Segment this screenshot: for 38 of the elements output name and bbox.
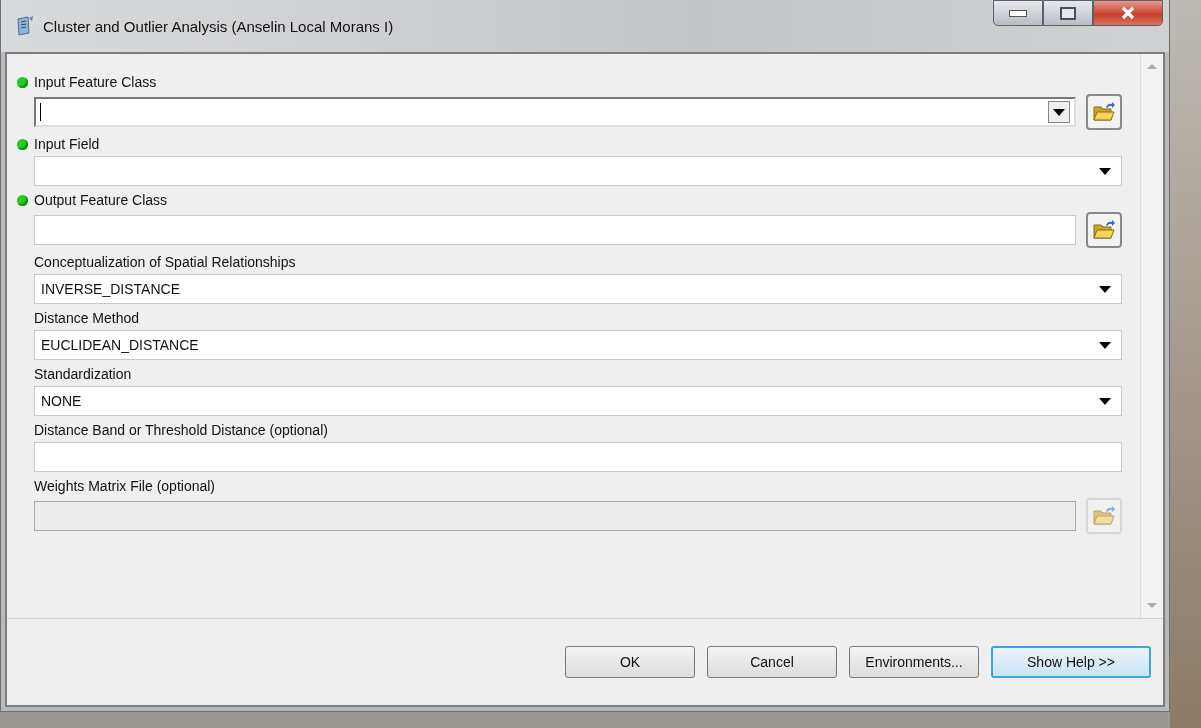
- close-icon: [1120, 6, 1136, 20]
- caret-icon: [1099, 397, 1111, 405]
- folder-icon: [1092, 219, 1116, 241]
- dropdown-value: NONE: [40, 393, 83, 409]
- dialog-button[interactable]: Environments...: [849, 646, 979, 678]
- caret-icon: [1099, 167, 1111, 175]
- maximize-button[interactable]: [1043, 0, 1093, 26]
- caret-icon: [1099, 285, 1111, 293]
- caret-icon: [1099, 341, 1111, 349]
- combo-field[interactable]: [34, 97, 1076, 127]
- tool-icon: [15, 15, 35, 37]
- dialog-button[interactable]: Cancel: [707, 646, 837, 678]
- parameter-label: Distance Method: [34, 310, 140, 326]
- dialog-button[interactable]: OK: [565, 646, 695, 678]
- dropdown-value: EUCLIDEAN_DISTANCE: [40, 337, 200, 353]
- minimize-button[interactable]: [993, 0, 1043, 26]
- input-field[interactable]: [34, 442, 1122, 472]
- dropdown-field[interactable]: NONE: [34, 386, 1122, 416]
- parameter-label: Input Feature Class: [34, 74, 157, 90]
- browse-button[interactable]: [1086, 212, 1122, 248]
- dropdown-field[interactable]: [34, 156, 1122, 186]
- window-title: Cluster and Outlier Analysis (Anselin Local Morans I): [43, 17, 394, 35]
- close-button[interactable]: [1093, 0, 1163, 26]
- browse-button[interactable]: [1086, 94, 1122, 130]
- parameter-label: Output Feature Class: [34, 192, 168, 208]
- folder-icon: [1092, 101, 1116, 123]
- dropdown-field[interactable]: EUCLIDEAN_DISTANCE: [34, 330, 1122, 360]
- dropdown-button[interactable]: [1048, 101, 1070, 123]
- parameter-label: Conceptualization of Spatial Relationships: [34, 254, 296, 270]
- parameter-label: Standardization: [34, 366, 132, 382]
- parameter-label: Weights Matrix File (optional): [34, 478, 216, 494]
- dropdown-value: INVERSE_DISTANCE: [40, 281, 181, 297]
- dropdown-field[interactable]: INVERSE_DISTANCE: [34, 274, 1122, 304]
- folder-icon: [1092, 505, 1116, 527]
- parameter-label: Distance Band or Threshold Distance (optional): [34, 422, 328, 438]
- input-field[interactable]: [34, 215, 1076, 245]
- parameter-label: Input Field: [34, 136, 100, 152]
- dialog-button[interactable]: Show Help >>: [991, 646, 1151, 678]
